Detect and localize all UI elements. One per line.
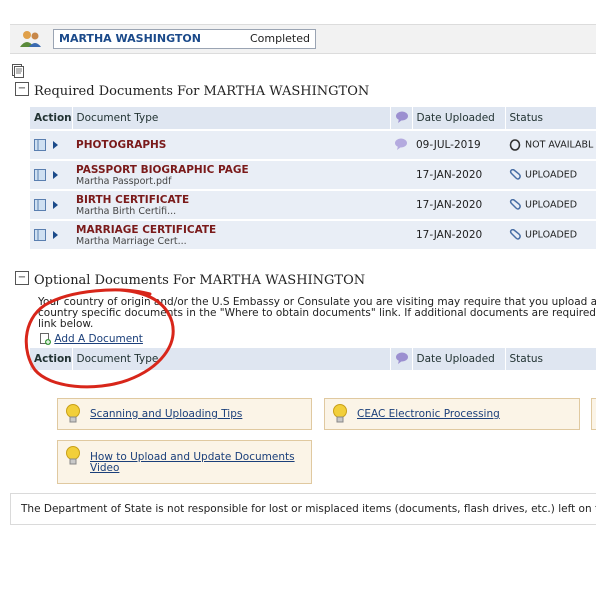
instructions-line: country specific documents in the "Where… [38, 307, 596, 319]
col-comment [390, 348, 413, 370]
col-comment [390, 107, 413, 130]
how-to-upload-link[interactable]: How to Upload and Update Documents [90, 451, 295, 463]
col-date-uploaded: Date Uploaded [412, 348, 506, 370]
optional-instructions: Your country of origin and/or the U.S Em… [38, 297, 596, 330]
ceac-processing-link[interactable]: CEAC Electronic Processing [357, 408, 500, 420]
date-uploaded: 09-JUL-2019 [412, 129, 505, 160]
document-file: Martha Marriage Cert... [76, 235, 187, 247]
document-status: UPLOADED [525, 199, 578, 211]
comment-icon [395, 111, 408, 123]
document-status: NOT AVAILABL [525, 139, 594, 151]
col-document-type: Document Type [72, 348, 391, 370]
optional-documents-table: Action Document Type Date Uploaded Statu… [30, 348, 596, 370]
date-uploaded: 17-JAN-2020 [412, 219, 505, 249]
row-actions[interactable] [30, 129, 72, 160]
expand-arrow-icon[interactable] [53, 141, 58, 149]
o-icon [509, 139, 521, 151]
lightbulb-icon [66, 404, 80, 423]
document-list-icon[interactable] [34, 139, 46, 151]
col-status: Status [505, 348, 596, 370]
col-action: Action [30, 348, 73, 370]
tip-ceac[interactable]: CEAC Electronic Processing [324, 398, 580, 430]
add-document-icon[interactable] [40, 333, 51, 345]
comment-icon [395, 352, 408, 364]
print-page-icon[interactable] [12, 64, 24, 78]
paperclip-icon [509, 198, 521, 210]
col-action: Action [30, 107, 73, 130]
row-actions[interactable] [30, 189, 72, 220]
tip-partial[interactable] [591, 398, 596, 430]
paperclip-icon [509, 168, 521, 180]
comment-icon[interactable] [394, 138, 408, 150]
col-status: Status [505, 107, 596, 130]
disclaimer: The Department of State is not responsib… [10, 493, 596, 525]
col-document-type: Document Type [72, 107, 391, 130]
table-row: MARRIAGE CERTIFICATE Martha Marriage Cert… [30, 219, 596, 249]
table-header-row: Action Document Type Date Uploaded Statu… [30, 348, 596, 370]
row-actions[interactable] [30, 219, 72, 249]
document-list-icon[interactable] [34, 169, 46, 181]
optional-collapse-toggle[interactable]: − [15, 271, 29, 285]
table-row: PHOTOGRAPHS 09-JUL-2019 NOT AVAILABL [30, 129, 596, 160]
paperclip-icon [509, 228, 521, 240]
table-row: BIRTH CERTIFICATE Martha Birth Certifi...… [30, 189, 596, 220]
document-status: UPLOADED [525, 229, 578, 241]
tip-scanning[interactable]: Scanning and Uploading Tips [57, 398, 312, 430]
tip-how-to-upload[interactable]: How to Upload and Update Documents Video [57, 440, 312, 484]
how-to-upload-link-line2[interactable]: Video [90, 462, 119, 474]
document-file: Martha Birth Certifi... [76, 205, 177, 217]
document-status: UPLOADED [525, 169, 578, 181]
optional-section-title: Optional Documents For MARTHA WASHINGTON [34, 273, 366, 288]
table-header-row: Action Document Type Date Uploaded Statu… [30, 107, 596, 130]
document-list-icon[interactable] [34, 199, 46, 211]
scanning-tips-link[interactable]: Scanning and Uploading Tips [90, 408, 242, 420]
required-section-title: Required Documents For MARTHA WASHINGTON [34, 84, 370, 99]
row-actions[interactable] [30, 159, 72, 190]
table-row: PASSPORT BIOGRAPHIC PAGE Martha Passport.… [30, 159, 596, 190]
date-uploaded: 17-JAN-2020 [412, 189, 505, 220]
add-document-link[interactable]: Add A Document [54, 333, 143, 345]
col-date-uploaded: Date Uploaded [412, 107, 506, 130]
lightbulb-icon [66, 446, 80, 465]
lightbulb-icon [333, 404, 347, 423]
expand-arrow-icon[interactable] [53, 171, 58, 179]
add-document-link-row[interactable]: Add A Document [40, 333, 143, 345]
applicant-name: MARTHA WASHINGTON [59, 32, 201, 45]
expand-arrow-icon[interactable] [53, 231, 58, 239]
users-icon [20, 31, 41, 47]
applicant-status-box: MARTHA WASHINGTON Completed [53, 29, 316, 49]
applicant-bar: MARTHA WASHINGTON Completed [10, 24, 596, 54]
document-list-icon[interactable] [34, 229, 46, 241]
document-title: MARRIAGE CERTIFICATE [76, 223, 217, 236]
document-file: Martha Passport.pdf [76, 175, 172, 187]
expand-arrow-icon[interactable] [53, 201, 58, 209]
required-documents-table: Action Document Type Date Uploaded Statu… [30, 107, 596, 249]
application-status: Completed [250, 32, 310, 45]
disclaimer-text: The Department of State is not responsib… [21, 503, 596, 515]
required-collapse-toggle[interactable]: − [15, 82, 29, 96]
document-title: PASSPORT BIOGRAPHIC PAGE [76, 163, 249, 176]
instructions-line: link below. [38, 318, 94, 330]
document-title: PHOTOGRAPHS [76, 139, 167, 151]
document-title: BIRTH CERTIFICATE [76, 193, 190, 206]
date-uploaded: 17-JAN-2020 [412, 159, 505, 190]
